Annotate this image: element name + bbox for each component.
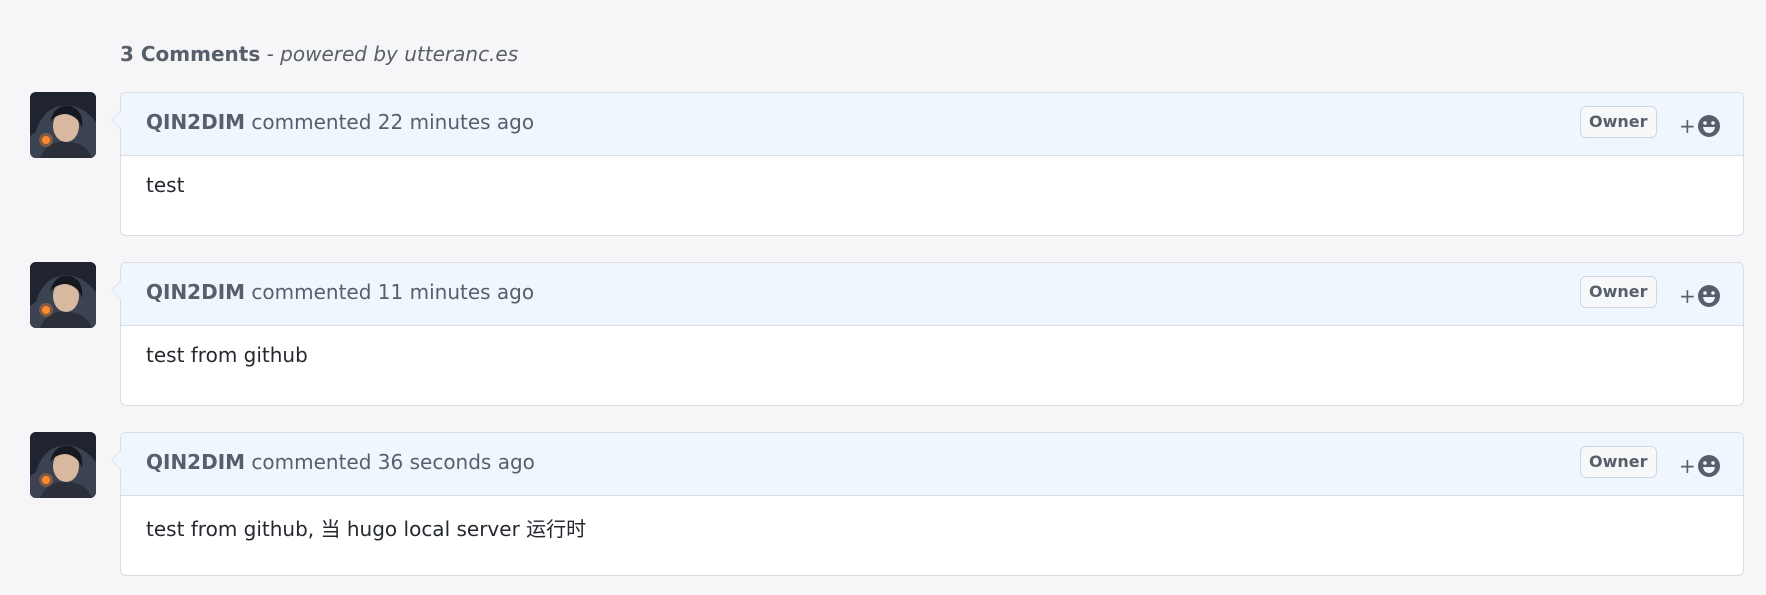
- avatar[interactable]: [30, 262, 96, 328]
- avatar-image: [30, 262, 96, 328]
- comment-body: test: [146, 173, 185, 197]
- comment-time[interactable]: 36 seconds ago: [378, 450, 535, 474]
- comment-body: test from github, 当 hugo local server 运行…: [146, 517, 587, 541]
- reaction-plus: +: [1679, 454, 1696, 478]
- comment-header: QIN2DIM commented 22 minutes ago Owner +: [111, 93, 1743, 156]
- avatar[interactable]: [30, 432, 96, 498]
- comment: QIN2DIM commented 22 minutes ago Owner +…: [0, 92, 1766, 238]
- comment-time[interactable]: 11 minutes ago: [378, 280, 534, 304]
- smiley-icon: [1697, 285, 1720, 307]
- add-reaction-button[interactable]: +: [1679, 452, 1723, 480]
- owner-badge: Owner: [1580, 276, 1657, 308]
- comment-time[interactable]: 22 minutes ago: [378, 110, 534, 134]
- comment-author[interactable]: QIN2DIM: [146, 450, 245, 474]
- comment-count: 3 Comments: [120, 42, 261, 66]
- reaction-plus: +: [1679, 284, 1696, 308]
- comment-box: QIN2DIM commented 22 minutes ago Owner +…: [111, 92, 1744, 236]
- avatar-image: [30, 432, 96, 498]
- comment-action: commented: [251, 110, 372, 134]
- timeline-header: 3 Comments - powered by utteranc.es: [120, 42, 518, 66]
- comment: QIN2DIM commented 36 seconds ago Owner +…: [0, 432, 1766, 578]
- avatar[interactable]: [30, 92, 96, 158]
- comment-author[interactable]: QIN2DIM: [146, 110, 245, 134]
- avatar-image: [30, 92, 96, 158]
- smiley-icon: [1697, 455, 1720, 477]
- add-reaction-button[interactable]: +: [1679, 282, 1723, 310]
- comment-action: commented: [251, 450, 372, 474]
- add-reaction-button[interactable]: +: [1679, 112, 1723, 140]
- comment: QIN2DIM commented 11 minutes ago Owner +…: [0, 262, 1766, 408]
- owner-badge: Owner: [1580, 446, 1657, 478]
- comment-author[interactable]: QIN2DIM: [146, 280, 245, 304]
- comment-meta: QIN2DIM commented 36 seconds ago: [146, 450, 535, 474]
- comment-meta: QIN2DIM commented 11 minutes ago: [146, 280, 534, 304]
- reaction-plus: +: [1679, 114, 1696, 138]
- comment-action: commented: [251, 280, 372, 304]
- powered-by-link[interactable]: - powered by utteranc.es: [267, 42, 519, 66]
- owner-badge: Owner: [1580, 106, 1657, 138]
- comment-box: QIN2DIM commented 36 seconds ago Owner +…: [111, 432, 1744, 576]
- smiley-icon: [1697, 115, 1720, 137]
- comment-header: QIN2DIM commented 36 seconds ago Owner +: [111, 433, 1743, 496]
- comment-body: test from github: [146, 343, 308, 367]
- comment-box: QIN2DIM commented 11 minutes ago Owner +…: [111, 262, 1744, 406]
- comment-meta: QIN2DIM commented 22 minutes ago: [146, 110, 534, 134]
- comment-header: QIN2DIM commented 11 minutes ago Owner +: [111, 263, 1743, 326]
